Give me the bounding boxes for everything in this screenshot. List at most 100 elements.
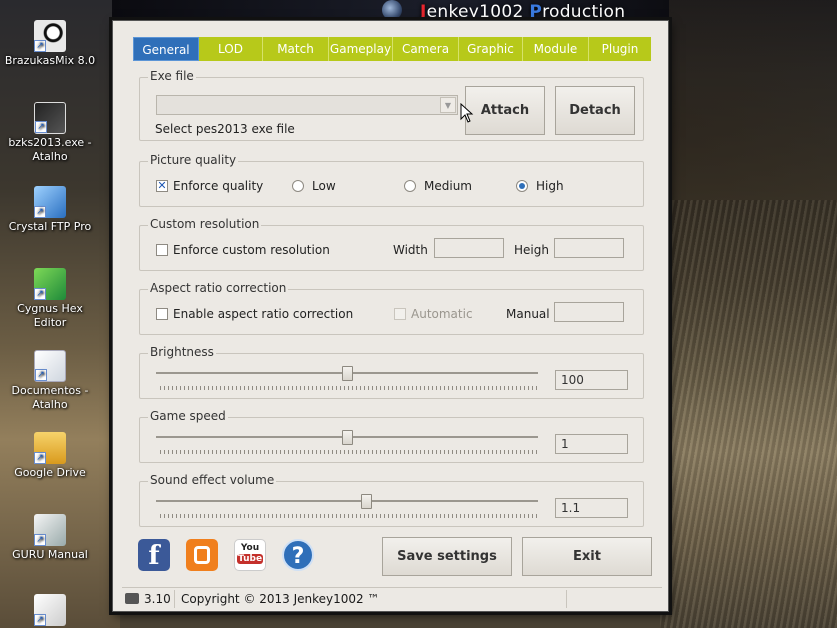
brightness-slider-ticks bbox=[160, 386, 538, 390]
enforce-resolution-checkbox[interactable]: Enforce custom resolution bbox=[156, 243, 330, 257]
enable-aspect-checkbox[interactable]: Enable aspect ratio correction bbox=[156, 307, 353, 321]
desktop-icon-google-drive[interactable]: ↗ Google Drive bbox=[0, 432, 100, 480]
manual-input[interactable] bbox=[554, 302, 624, 322]
blogger-b-shape bbox=[194, 546, 210, 564]
sound-volume-value[interactable]: 1.1 bbox=[555, 498, 628, 518]
save-settings-button[interactable]: Save settings bbox=[382, 537, 512, 576]
brightness-slider-thumb[interactable] bbox=[342, 366, 353, 381]
game-speed-value[interactable]: 1 bbox=[555, 434, 628, 454]
exe-file-group: Exe file ▼ Select pes2013 exe file Attac… bbox=[139, 69, 644, 141]
desktop-icon-bzks2013[interactable]: ↗ bzks2013.exe - Atalho bbox=[0, 102, 100, 164]
settings-window: General LOD Match Gameplay Camera Graphi… bbox=[112, 20, 669, 612]
picture-quality-group: Picture quality ✕ Enforce quality Low Me… bbox=[139, 153, 644, 207]
custom-resolution-group: Custom resolution Enforce custom resolut… bbox=[139, 217, 644, 271]
status-divider bbox=[566, 590, 567, 608]
game-speed-label: Game speed bbox=[148, 409, 228, 423]
automatic-label: Automatic bbox=[411, 307, 473, 321]
exit-button[interactable]: Exit bbox=[522, 537, 652, 576]
quality-high-radio[interactable]: High bbox=[516, 179, 564, 193]
quality-medium-label: Medium bbox=[424, 179, 472, 193]
desktop-icon-label: GURU Manual bbox=[12, 548, 88, 561]
checkbox-checked-icon: ✕ bbox=[156, 179, 168, 192]
desktop-wallpaper-field bbox=[660, 200, 837, 628]
enable-aspect-label: Enable aspect ratio correction bbox=[173, 307, 354, 321]
aspect-ratio-label: Aspect ratio correction bbox=[148, 281, 289, 295]
quality-medium-radio[interactable]: Medium bbox=[404, 179, 472, 193]
sound-volume-slider-track[interactable] bbox=[156, 500, 538, 502]
google-drive-folder-icon: ↗ bbox=[34, 432, 66, 464]
automatic-checkbox[interactable]: Automatic bbox=[394, 307, 473, 321]
youtube-tube-label: Tube bbox=[237, 554, 263, 564]
help-icon[interactable]: ? bbox=[282, 539, 314, 571]
game-speed-slider-ticks bbox=[160, 450, 538, 454]
tab-general[interactable]: General bbox=[133, 37, 199, 61]
version-label: 3.10 bbox=[144, 592, 171, 606]
crystal-ftp-icon: ↗ bbox=[34, 186, 66, 218]
tab-plugin[interactable]: Plugin bbox=[589, 37, 651, 61]
tab-match[interactable]: Match bbox=[263, 37, 329, 61]
custom-resolution-label: Custom resolution bbox=[148, 217, 262, 231]
quality-high-label: High bbox=[536, 179, 564, 193]
desktop-icon-label: Google Drive bbox=[14, 466, 86, 479]
tab-graphic[interactable]: Graphic bbox=[459, 37, 523, 61]
facebook-icon[interactable]: f bbox=[138, 539, 170, 571]
chevron-down-icon[interactable]: ▼ bbox=[440, 97, 456, 113]
desktop-icon-crystal-ftp[interactable]: ↗ Crystal FTP Pro bbox=[0, 186, 100, 234]
exe-file-combo[interactable]: ▼ bbox=[156, 95, 458, 115]
picture-quality-label: Picture quality bbox=[148, 153, 239, 167]
attach-button[interactable]: Attach bbox=[465, 86, 545, 135]
height-label: Heigh bbox=[514, 243, 549, 257]
desktop-icon-label: bzks2013.exe - Atalho bbox=[8, 136, 92, 163]
window-title: Jenkey1002 Production bbox=[420, 2, 626, 22]
height-input[interactable] bbox=[554, 238, 624, 258]
quality-low-radio[interactable]: Low bbox=[292, 179, 336, 193]
desktop-icon-label: Cygnus Hex Editor bbox=[17, 302, 83, 329]
width-input[interactable] bbox=[434, 238, 504, 258]
sound-volume-slider-thumb[interactable] bbox=[361, 494, 373, 509]
checkbox-icon bbox=[156, 308, 168, 320]
desktop-icon-label: Crystal FTP Pro bbox=[8, 220, 92, 233]
checkbox-icon bbox=[156, 244, 168, 256]
exe-file-label: Exe file bbox=[148, 69, 196, 83]
tab-gameplay[interactable]: Gameplay bbox=[329, 37, 393, 61]
radio-selected-icon bbox=[516, 180, 528, 192]
youtube-icon[interactable]: You Tube bbox=[234, 539, 266, 571]
tab-lod[interactable]: LOD bbox=[199, 37, 263, 61]
desktop-icon-label: Documentos - Atalho bbox=[11, 384, 89, 411]
shortcut-arrow-icon: ↗ bbox=[34, 534, 46, 546]
desktop-icon-documentos[interactable]: ↗ Documentos - Atalho bbox=[0, 350, 100, 412]
desktop-icon-cygnus[interactable]: ↗ Cygnus Hex Editor bbox=[0, 268, 100, 330]
radio-icon bbox=[292, 180, 304, 192]
desktop-icon-brazukasmix[interactable]: ↗ BrazukasMix 8.0 bbox=[0, 20, 100, 68]
brazukasmix-icon: ↗ bbox=[34, 20, 66, 52]
brightness-label: Brightness bbox=[148, 345, 216, 359]
shortcut-arrow-icon: ↗ bbox=[34, 288, 46, 300]
blogger-icon[interactable] bbox=[186, 539, 218, 571]
documents-icon: ↗ bbox=[34, 350, 66, 382]
brightness-value[interactable]: 100 bbox=[555, 370, 628, 390]
width-label: Width bbox=[393, 243, 428, 257]
quality-low-label: Low bbox=[312, 179, 336, 193]
copyright-label: Copyright © 2013 Jenkey1002 ™ bbox=[181, 592, 380, 606]
camera-icon bbox=[125, 593, 139, 604]
sound-volume-label: Sound effect volume bbox=[148, 473, 277, 487]
sound-volume-slider-ticks bbox=[160, 514, 538, 518]
checkbox-disabled-icon bbox=[394, 308, 406, 320]
detach-button[interactable]: Detach bbox=[555, 86, 635, 135]
shortcut-arrow-icon: ↗ bbox=[35, 121, 47, 133]
status-bar: 3.10 Copyright © 2013 Jenkey1002 ™ bbox=[122, 587, 662, 609]
manual-label: Manual bbox=[506, 307, 550, 321]
shortcut-arrow-icon: ↗ bbox=[34, 40, 46, 52]
tab-camera[interactable]: Camera bbox=[393, 37, 459, 61]
desktop-icon-partial[interactable]: ↗ bbox=[0, 594, 100, 628]
desktop-icon-guru-manual[interactable]: ↗ GURU Manual bbox=[0, 514, 100, 562]
planet-icon bbox=[382, 0, 402, 20]
enforce-quality-checkbox[interactable]: ✕ Enforce quality bbox=[156, 179, 263, 193]
guru-manual-icon: ↗ bbox=[34, 514, 66, 546]
tab-module[interactable]: Module bbox=[523, 37, 589, 61]
status-divider bbox=[174, 590, 175, 608]
enforce-quality-label: Enforce quality bbox=[173, 179, 264, 193]
game-speed-slider-thumb[interactable] bbox=[342, 430, 353, 445]
mouse-cursor-icon bbox=[460, 103, 474, 123]
radio-icon bbox=[404, 180, 416, 192]
